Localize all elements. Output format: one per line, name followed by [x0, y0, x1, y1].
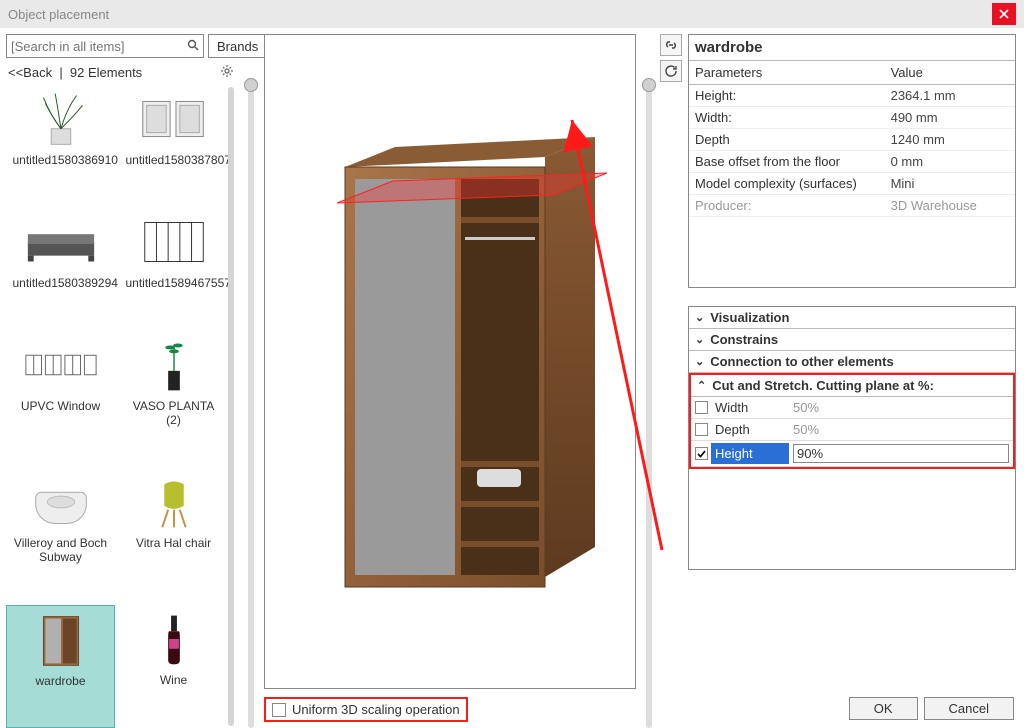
library-item[interactable]: Villeroy and Boch Subway	[6, 468, 115, 603]
cut-depth-checkbox[interactable]	[695, 423, 708, 436]
right-tool-column	[660, 28, 684, 728]
library-item[interactable]: untitled1580387807	[119, 85, 228, 206]
vertical-divider-left[interactable]	[240, 28, 262, 728]
thumb-plant	[21, 87, 101, 151]
thumb-mirror	[134, 210, 214, 274]
cut-height-checkbox[interactable]	[695, 447, 708, 460]
library-item[interactable]: VASO PLANTA (2)	[119, 331, 228, 466]
search-input[interactable]	[11, 39, 187, 54]
parameters-box: wardrobe Parameters Value Height:2364.1 …	[688, 34, 1016, 288]
cancel-button[interactable]: Cancel	[924, 697, 1014, 720]
library-item[interactable]: UPVC Window	[6, 331, 115, 466]
uniform-scaling-label: Uniform 3D scaling operation	[292, 702, 460, 717]
cut-stretch-section: ⌃Cut and Stretch. Cutting plane at %: Wi…	[689, 373, 1015, 469]
search-icon	[187, 39, 199, 54]
uniform-scaling-row: Uniform 3D scaling operation	[264, 697, 468, 722]
chevron-down-icon: ⌄	[695, 333, 704, 346]
cut-row-width[interactable]: Width 50%	[691, 397, 1013, 419]
chevron-up-icon: ⌃	[697, 379, 706, 392]
library-grid: untitled1580386910 untitled1580387807 un…	[6, 85, 228, 728]
library-item[interactable]: Vitra Hal chair	[119, 468, 228, 603]
accordion-cut-stretch[interactable]: ⌃Cut and Stretch. Cutting plane at %:	[691, 375, 1013, 397]
wardrobe-3d-icon	[285, 117, 615, 607]
thumb-wine	[134, 607, 214, 671]
accordion-box: ⌄Visualization ⌄Constrains ⌄Connection t…	[688, 306, 1016, 570]
properties-panel: wardrobe Parameters Value Height:2364.1 …	[684, 28, 1024, 728]
titlebar: Object placement	[0, 0, 1024, 28]
search-box[interactable]	[6, 34, 204, 58]
cut-row-depth[interactable]: Depth 50%	[691, 419, 1013, 441]
preview-3d[interactable]	[264, 34, 636, 689]
thumb-sofa	[21, 210, 101, 274]
window-title: Object placement	[8, 7, 109, 22]
param-header: Parameters Value	[689, 60, 1015, 85]
thumb-window	[21, 333, 101, 397]
thumb-chair	[134, 470, 214, 534]
param-row: Height:2364.1 mm	[689, 85, 1015, 107]
preview-panel: Uniform 3D scaling operation	[262, 28, 638, 728]
thumb-wardrobe	[21, 608, 101, 672]
param-row: Depth1240 mm	[689, 129, 1015, 151]
library-item[interactable]: untitled1580386910	[6, 85, 115, 206]
vertical-divider-right[interactable]	[638, 28, 660, 728]
chevron-down-icon: ⌄	[695, 355, 704, 368]
uniform-scaling-checkbox[interactable]	[272, 703, 286, 717]
param-row: Producer:3D Warehouse	[689, 195, 1015, 217]
thumb-toilet	[21, 470, 101, 534]
thumb-frames	[134, 87, 214, 151]
param-row: Base offset from the floor0 mm	[689, 151, 1015, 173]
refresh-icon[interactable]	[660, 60, 682, 82]
thumb-vase	[134, 333, 214, 397]
param-row: Model complexity (surfaces)Mini	[689, 173, 1015, 195]
accordion-connection[interactable]: ⌄Connection to other elements	[689, 351, 1015, 372]
library-item-selected[interactable]: wardrobe	[6, 605, 115, 728]
cut-row-height[interactable]: Height	[691, 441, 1013, 467]
library-item[interactable]: Wine	[119, 605, 228, 728]
back-link[interactable]: <<Back | 92 Elements	[8, 65, 142, 80]
close-button[interactable]	[992, 3, 1016, 25]
gear-icon[interactable]	[220, 64, 234, 81]
cut-width-checkbox[interactable]	[695, 401, 708, 414]
accordion-constrains[interactable]: ⌄Constrains	[689, 329, 1015, 350]
param-row: Width:490 mm	[689, 107, 1015, 129]
ok-button[interactable]: OK	[849, 697, 918, 720]
accordion-visualization[interactable]: ⌄Visualization	[689, 307, 1015, 328]
cut-height-input[interactable]	[793, 444, 1009, 463]
object-name: wardrobe	[689, 35, 769, 60]
library-item[interactable]: untitled1589467557	[119, 208, 228, 329]
chevron-down-icon: ⌄	[695, 311, 704, 324]
library-panel: Brands <<Back | 92 Elements untitled1580…	[0, 28, 240, 728]
library-scrollbar[interactable]	[228, 87, 234, 726]
link-icon[interactable]	[660, 34, 682, 56]
library-item[interactable]: untitled1580389294	[6, 208, 115, 329]
close-icon	[999, 9, 1009, 19]
dialog-footer: OK Cancel	[849, 697, 1014, 720]
